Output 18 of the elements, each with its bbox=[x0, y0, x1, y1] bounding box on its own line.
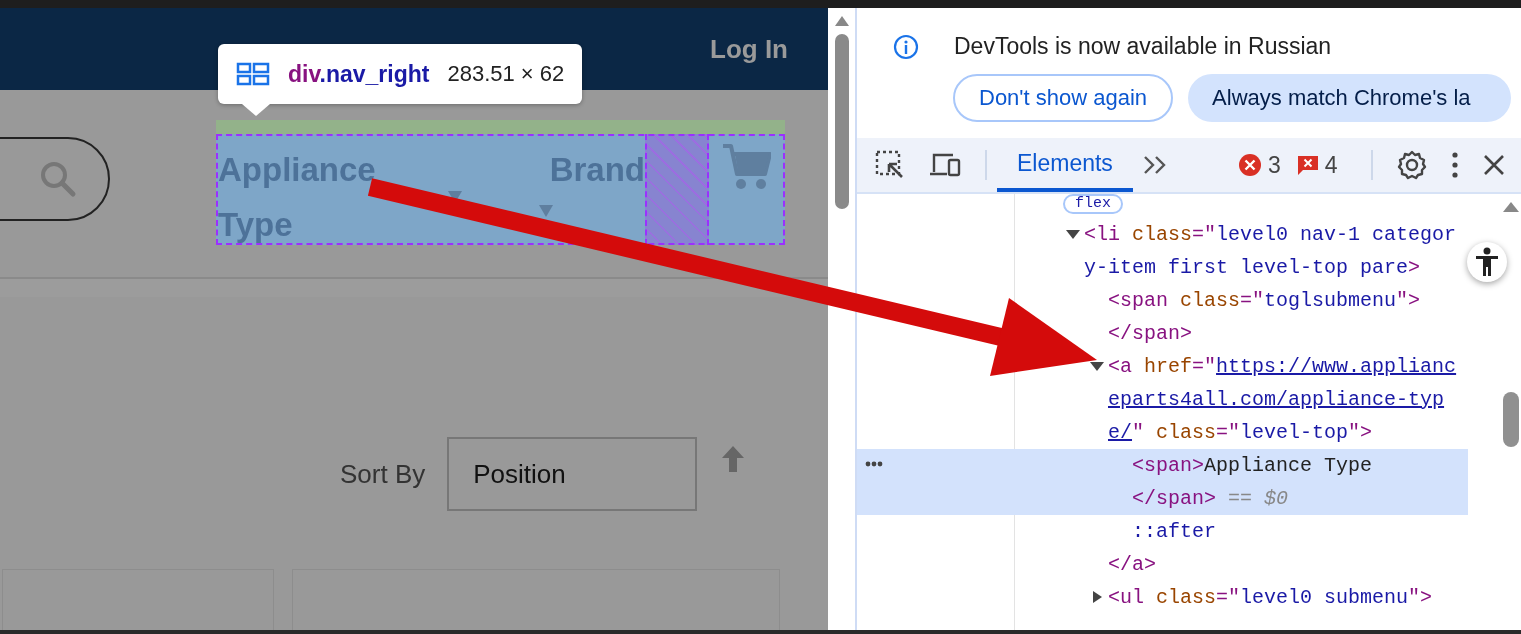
dom-node[interactable]: <a href="https://www.applianceparts4all.com/appliance-type/" class="level-top"> bbox=[1108, 350, 1460, 449]
info-message: DevTools is now available in Russian bbox=[954, 33, 1332, 60]
dom-node[interactable]: </span> bbox=[1108, 317, 1460, 350]
sort-label: Sort By bbox=[340, 458, 426, 490]
flex-badge[interactable]: flex bbox=[1063, 194, 1123, 214]
infobar-button[interactable]: Always match Chrome's la bbox=[1188, 74, 1511, 122]
dom-node[interactable]: <span class="toglsubmenu"> bbox=[1108, 284, 1460, 317]
dom-node[interactable]: <li class="level0 nav-1 category-item first level-top pare> bbox=[1084, 218, 1460, 284]
infobar-button[interactable]: Don't show again bbox=[953, 74, 1174, 122]
header-link[interactable]: Log In bbox=[710, 33, 788, 65]
error-count[interactable]: 3 bbox=[1267, 151, 1281, 179]
dom-node[interactable]: <ul class="level0 submenu"> bbox=[1108, 581, 1460, 614]
issue-count[interactable]: 4 bbox=[1324, 151, 1338, 179]
element-size: 283.51 × 62 bbox=[447, 61, 565, 87]
dom-node[interactable]: </a> bbox=[1108, 548, 1460, 581]
dom-node[interactable]: ::after bbox=[1132, 515, 1460, 548]
element-selector: div.nav_right bbox=[288, 60, 430, 88]
sort-select[interactable]: Position bbox=[447, 437, 698, 511]
